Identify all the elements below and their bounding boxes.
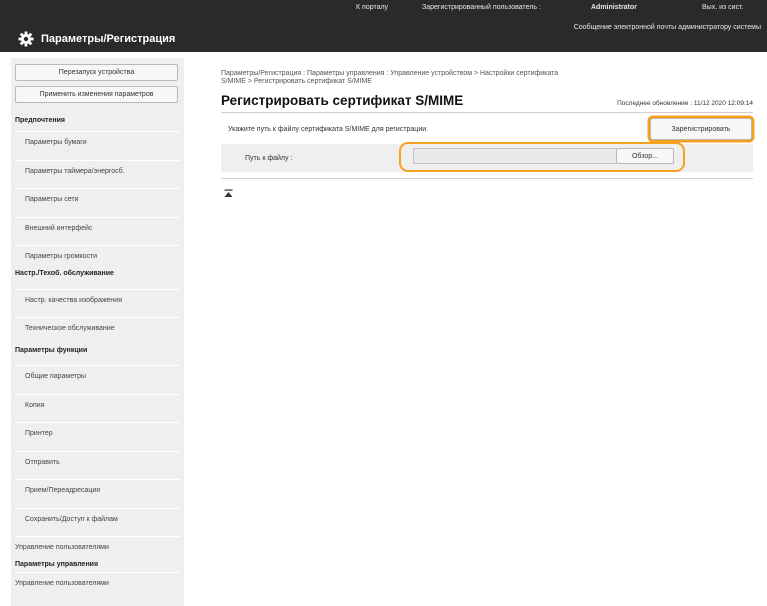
sidebar-item-common-settings[interactable]: Общие параметры bbox=[15, 365, 180, 387]
sidebar-item-printer[interactable]: Принтер bbox=[15, 422, 180, 444]
sidebar-item-external-interface[interactable]: Внешний интерфейс bbox=[15, 217, 180, 239]
app-title: Параметры/Регистрация bbox=[18, 30, 175, 48]
top-links-bar: К порталу Зарегистрированный пользовател… bbox=[0, 0, 767, 26]
sidebar-item-store-access-files[interactable]: Сохранить/Доступ к файлам bbox=[15, 508, 180, 530]
breadcrumb: Параметры/Регистрация : Параметры управл… bbox=[221, 70, 741, 86]
register-button[interactable]: Зарегистрировать bbox=[650, 118, 752, 140]
sidebar-item-maintenance[interactable]: Техническое обслуживание bbox=[15, 317, 180, 339]
sidebar-item-copy[interactable]: Копия bbox=[15, 394, 180, 416]
breadcrumb-line-1[interactable]: Параметры/Регистрация : Параметры управл… bbox=[221, 70, 741, 78]
file-path-label: Путь к файлу : bbox=[245, 155, 293, 162]
app-title-text: Параметры/Регистрация bbox=[41, 33, 176, 45]
sidebar-section-preferences: Предпочтения bbox=[15, 117, 65, 124]
page-title: Регистрировать сертификат S/MIME bbox=[221, 93, 464, 108]
sidebar-item-receive-forward[interactable]: Прием/Переадресация bbox=[15, 479, 180, 501]
sidebar-item-paper-settings[interactable]: Параметры бумаги bbox=[15, 131, 180, 153]
logout-link[interactable]: Вых. из сист. bbox=[702, 4, 743, 11]
apply-settings-button[interactable]: Применить изменения параметров bbox=[15, 86, 178, 103]
sidebar-item-volume[interactable]: Параметры громкости bbox=[15, 245, 180, 267]
portal-link[interactable]: К порталу bbox=[356, 4, 388, 11]
sidebar-item-image-quality[interactable]: Настр. качества изображения bbox=[15, 289, 180, 311]
sidebar-section-management-settings: Параметры управления bbox=[15, 561, 99, 568]
sidebar: Перезапуск устройства Применить изменени… bbox=[11, 58, 184, 606]
form-divider bbox=[221, 178, 753, 179]
title-divider bbox=[221, 112, 753, 113]
sidebar-section-maintenance: Настр./Техоб. обслуживание bbox=[15, 270, 114, 277]
gear-icon bbox=[18, 31, 34, 47]
last-updated: Последнее обновление : 11/12 2020 12:09:… bbox=[617, 100, 753, 107]
restart-device-button[interactable]: Перезапуск устройства bbox=[15, 64, 178, 81]
file-path-highlight bbox=[399, 142, 685, 172]
instruction-text: Укажите путь к файлу сертификата S/MIME … bbox=[228, 126, 429, 133]
email-admin-link[interactable]: Сообщение электронной почты администрато… bbox=[574, 24, 761, 31]
breadcrumb-line-2[interactable]: S/MIME > Регистрировать сертификат S/MIM… bbox=[221, 78, 741, 86]
sidebar-section-function-settings: Параметры функции bbox=[15, 347, 88, 354]
user-label: Зарегистрированный пользователь : bbox=[422, 4, 541, 11]
sidebar-item-network[interactable]: Параметры сети bbox=[15, 188, 180, 210]
sidebar-item-timer-energy[interactable]: Параметры таймера/энергосб. bbox=[15, 160, 180, 182]
user-name: Administrator bbox=[591, 4, 637, 11]
sidebar-item-set-destination[interactable]: Управление пользователями bbox=[15, 536, 180, 558]
sidebar-item-send[interactable]: Отправить bbox=[15, 451, 180, 473]
sidebar-item-user-management[interactable]: Управление пользователями bbox=[15, 572, 180, 594]
header-bar: К порталу Зарегистрированный пользовател… bbox=[0, 0, 767, 52]
back-to-top-icon[interactable] bbox=[224, 189, 233, 199]
